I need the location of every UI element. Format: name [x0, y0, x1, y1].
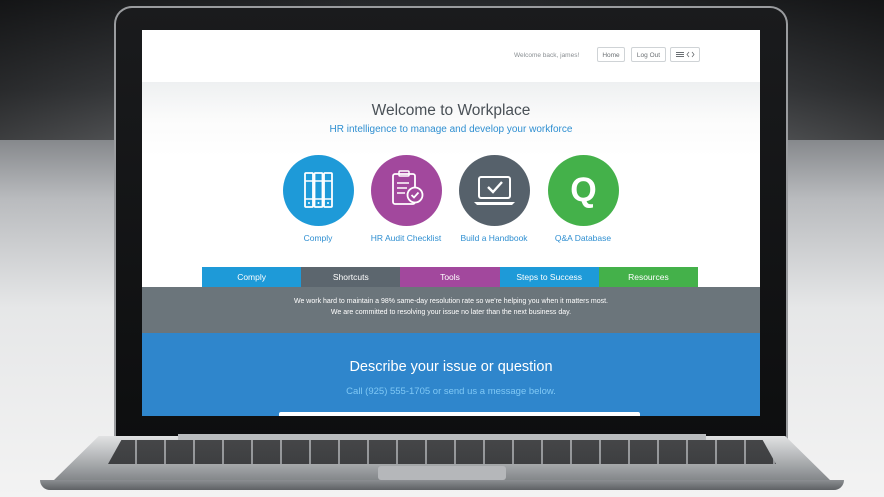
page-title: Welcome to Workplace [371, 102, 531, 119]
message-input[interactable] [279, 412, 640, 416]
binders-icon [304, 172, 333, 208]
tab-tools[interactable]: Tools [400, 267, 500, 287]
notice-line-2: We are committed to resolving your issue… [330, 309, 572, 316]
qa-database-label[interactable]: Q&A Database [528, 233, 638, 243]
notice-banner: We work hard to maintain a 98% same-day … [142, 287, 760, 333]
laptop-keyboard [108, 440, 776, 464]
logout-button[interactable]: Log Out [631, 47, 666, 62]
tab-steps-to-success[interactable]: Steps to Success [499, 267, 599, 287]
tab-resources[interactable]: Resources [598, 267, 699, 287]
issue-title: Describe your issue or question [349, 359, 553, 375]
qa-database-tile[interactable]: Q [548, 155, 619, 226]
issue-contact[interactable]: Call (925) 555-1705 or send us a message… [142, 386, 760, 397]
laptop-check-icon [474, 176, 515, 205]
home-button[interactable]: Home [597, 47, 625, 62]
laptop-trackpad [378, 466, 506, 480]
laptop-front-edge [40, 480, 844, 490]
svg-text:Q: Q [570, 171, 596, 209]
laptop-hinge [178, 434, 706, 440]
issue-section: Describe your issue or question Call (92… [142, 333, 760, 416]
hr-audit-tile[interactable] [371, 155, 442, 226]
menu-button[interactable] [670, 47, 700, 62]
welcome-message: Welcome back, james! [514, 52, 580, 59]
browser-screen: Welcome back, james! Home Log Out Welcom… [142, 30, 760, 416]
tab-bar: Comply Shortcuts Tools Steps to Success … [202, 267, 699, 287]
q-letter-icon: Q [570, 171, 596, 209]
top-bar: Welcome back, james! Home Log Out [142, 30, 760, 82]
clipboard-check-icon [392, 170, 424, 205]
comply-tile[interactable] [283, 155, 354, 226]
hamburger-icon [676, 51, 695, 58]
tab-shortcuts[interactable]: Shortcuts [301, 267, 401, 287]
tab-comply[interactable]: Comply [202, 267, 302, 287]
notice-line-1: We work hard to maintain a 98% same-day … [293, 298, 609, 305]
build-handbook-tile[interactable] [459, 155, 530, 226]
page-subtitle: HR intelligence to manage and develop yo… [329, 124, 573, 135]
